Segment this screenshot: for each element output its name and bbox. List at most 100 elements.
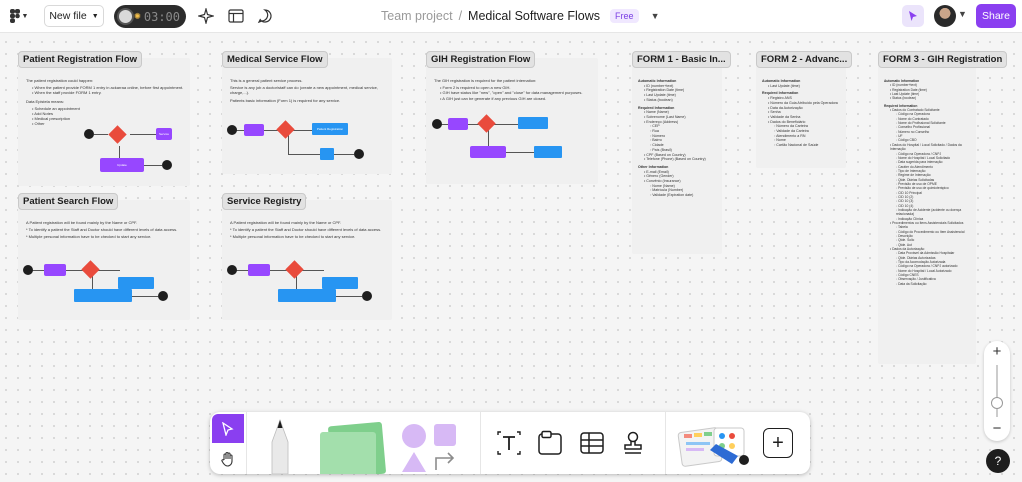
toolbar-divider bbox=[480, 412, 481, 474]
help-button[interactable]: ? bbox=[986, 449, 1010, 473]
flow-process-node[interactable] bbox=[470, 146, 506, 158]
frame-form-3[interactable]: FORM 3 - GIH Registration Automatic Info… bbox=[878, 51, 1008, 364]
avatar bbox=[117, 8, 134, 25]
frame-patient-search[interactable]: Patient Search Flow A Patient registrati… bbox=[18, 193, 190, 320]
flow-process-node[interactable] bbox=[244, 124, 264, 136]
flow-process-node[interactable] bbox=[118, 277, 154, 289]
flow-process-node[interactable]: Patient Registration bbox=[312, 123, 348, 135]
frame-patient-registration[interactable]: Patient Registration Flow The patient re… bbox=[18, 51, 190, 186]
zoom-control: + − bbox=[984, 341, 1010, 441]
zoom-in-button[interactable]: + bbox=[990, 344, 1004, 359]
flow-process-node[interactable] bbox=[278, 289, 336, 302]
flow-edge bbox=[288, 154, 322, 155]
new-file-label: New file bbox=[49, 10, 87, 22]
zoom-out-button[interactable]: − bbox=[990, 421, 1004, 436]
share-label: Share bbox=[981, 10, 1011, 22]
chevron-down-icon[interactable]: ▼ bbox=[651, 11, 660, 21]
flow-start-node[interactable] bbox=[84, 129, 94, 139]
add-button[interactable]: + bbox=[763, 428, 793, 458]
flow-end-node[interactable] bbox=[158, 291, 168, 301]
sticky-note-tool[interactable] bbox=[310, 420, 388, 474]
sticky-note-icon bbox=[320, 421, 386, 474]
hand-tool[interactable] bbox=[212, 445, 244, 472]
flow-process-node[interactable] bbox=[534, 146, 562, 158]
flow-start-node[interactable] bbox=[432, 119, 442, 129]
flow-process-node[interactable] bbox=[322, 277, 358, 289]
flow-decision-node[interactable] bbox=[81, 260, 100, 279]
more-tools-button[interactable] bbox=[676, 420, 752, 470]
pen-icon bbox=[271, 418, 289, 474]
avatar[interactable] bbox=[934, 5, 956, 27]
node-label: Service bbox=[158, 132, 169, 136]
flow-end-node[interactable] bbox=[354, 149, 364, 159]
new-file-button[interactable]: New file ▼ bbox=[44, 5, 104, 27]
flowchart: Patient Registration bbox=[222, 58, 392, 174]
flow-process-node[interactable] bbox=[74, 289, 132, 302]
form-fields: Automatic Information ID (number+text) R… bbox=[884, 76, 972, 286]
hand-icon bbox=[221, 451, 233, 467]
flow-decision-node[interactable] bbox=[285, 260, 304, 279]
file-name[interactable]: Medical Software Flows bbox=[468, 9, 600, 23]
flowchart bbox=[18, 200, 190, 320]
flow-end-node[interactable] bbox=[362, 291, 372, 301]
flow-start-node[interactable] bbox=[227, 265, 237, 275]
sun-icon: ✺ bbox=[134, 9, 141, 22]
flow-edge bbox=[334, 154, 354, 155]
flowchart bbox=[222, 200, 392, 320]
toolbar-divider bbox=[665, 412, 666, 474]
chevron-down-icon[interactable]: ▼ bbox=[958, 9, 967, 19]
pointer-icon bbox=[909, 11, 917, 21]
frame-gih-registration[interactable]: GIH Registration Flow The GIH registrati… bbox=[426, 51, 598, 184]
comment-icon[interactable] bbox=[256, 7, 274, 25]
section-tool[interactable] bbox=[536, 429, 564, 457]
flow-process-node[interactable] bbox=[248, 264, 270, 276]
breadcrumb: Team project / Medical Software Flows Fr… bbox=[381, 9, 659, 23]
zoom-slider-track[interactable] bbox=[996, 365, 998, 417]
chevron-down-icon: ▼ bbox=[91, 12, 99, 20]
flow-decision-node[interactable] bbox=[477, 114, 496, 133]
list-item: Indicação de Acidente (acidente ou doenç… bbox=[896, 208, 972, 217]
frame-form-1[interactable]: FORM 1 - Basic In... Automatic Informati… bbox=[632, 51, 731, 254]
share-button[interactable]: Share bbox=[976, 4, 1016, 28]
plus-icon: + bbox=[772, 431, 784, 454]
toolbar-divider bbox=[246, 412, 247, 474]
flow-edge bbox=[130, 134, 156, 135]
timer-value: 03:00 bbox=[143, 9, 180, 24]
timer-widget[interactable]: ✺ 03:00 bbox=[114, 5, 186, 28]
table-tool[interactable] bbox=[578, 429, 606, 457]
flow-decision-node[interactable] bbox=[276, 120, 295, 139]
layout-panel-icon[interactable] bbox=[227, 7, 245, 25]
list-item: Cartão Nacional de Saúde bbox=[774, 143, 842, 148]
frame-title[interactable]: FORM 3 - GIH Registration bbox=[878, 51, 1008, 68]
flow-process-node[interactable] bbox=[320, 148, 334, 160]
zoom-slider-handle[interactable] bbox=[991, 397, 1003, 409]
shape-tool[interactable] bbox=[400, 422, 464, 474]
breadcrumb-team[interactable]: Team project bbox=[381, 9, 453, 23]
cursor-chat-button[interactable] bbox=[902, 5, 924, 27]
stamp-tool[interactable] bbox=[619, 429, 647, 457]
frame-form-2[interactable]: FORM 2 - Advanc... Automatic Information… bbox=[756, 51, 853, 168]
list-item: Data da Solicitação bbox=[896, 282, 972, 286]
flow-process-node[interactable]: Update bbox=[100, 158, 144, 172]
section-icon bbox=[538, 430, 562, 455]
frame-title[interactable]: FORM 1 - Basic In... bbox=[632, 51, 731, 68]
text-tool[interactable] bbox=[495, 429, 523, 457]
frame-medical-service[interactable]: Medical Service Flow This is a general p… bbox=[222, 51, 392, 174]
widgets-icon bbox=[677, 427, 749, 467]
flow-process-node[interactable] bbox=[518, 117, 548, 129]
flow-start-node[interactable] bbox=[227, 125, 237, 135]
flow-decision-node[interactable] bbox=[108, 125, 127, 144]
frame-service-registry[interactable]: Service Registry A Patient registration … bbox=[222, 193, 392, 320]
select-tool[interactable] bbox=[212, 414, 244, 443]
flow-process-node[interactable] bbox=[448, 118, 468, 130]
flow-start-node[interactable] bbox=[23, 265, 33, 275]
marker-tool[interactable] bbox=[262, 412, 298, 474]
flow-end-node[interactable] bbox=[162, 160, 172, 170]
form-fields: Automatic Information Last Update (time)… bbox=[762, 76, 842, 148]
flow-process-node[interactable] bbox=[44, 264, 66, 276]
flow-process-node[interactable]: Service bbox=[156, 128, 172, 140]
ai-sparkle-icon[interactable] bbox=[197, 7, 215, 25]
flow-edge bbox=[94, 134, 108, 135]
main-menu-button[interactable]: ▼ bbox=[6, 6, 32, 26]
frame-title[interactable]: FORM 2 - Advanc... bbox=[756, 51, 853, 68]
